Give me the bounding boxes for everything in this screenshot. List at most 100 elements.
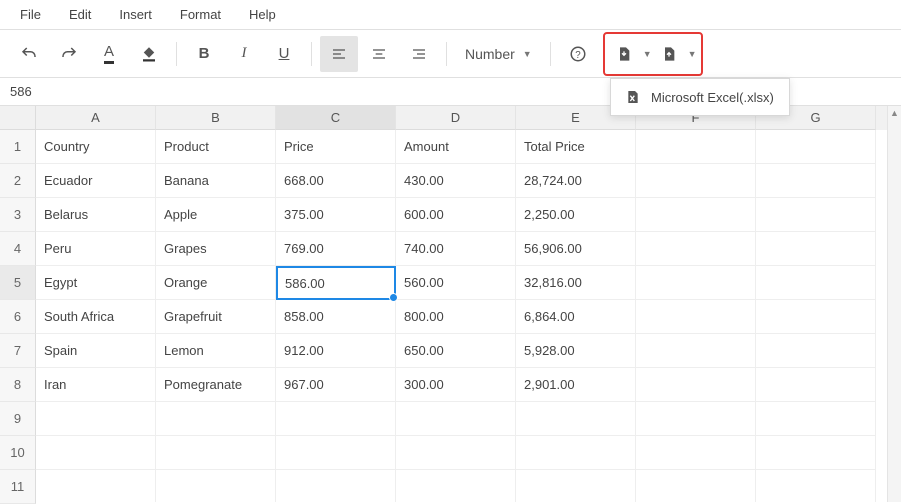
cell[interactable] (636, 402, 756, 436)
cell[interactable]: 430.00 (396, 164, 516, 198)
column-header[interactable]: C (276, 106, 396, 130)
cell[interactable]: Iran (36, 368, 156, 402)
cell[interactable]: Pomegranate (156, 368, 276, 402)
cell[interactable] (756, 334, 876, 368)
row-header[interactable]: 3 (0, 198, 36, 232)
cell[interactable] (756, 368, 876, 402)
row-header[interactable]: 5 (0, 266, 36, 300)
row-header[interactable]: 8 (0, 368, 36, 402)
row-header[interactable]: 2 (0, 164, 36, 198)
cell[interactable]: 300.00 (396, 368, 516, 402)
cell[interactable]: Spain (36, 334, 156, 368)
cell[interactable] (516, 470, 636, 502)
cell[interactable]: 5,928.00 (516, 334, 636, 368)
cell[interactable] (396, 402, 516, 436)
cell[interactable]: Amount (396, 130, 516, 164)
cell[interactable] (636, 164, 756, 198)
cell[interactable]: Egypt (36, 266, 156, 300)
cell[interactable]: Price (276, 130, 396, 164)
redo-button[interactable] (50, 36, 88, 72)
import-button[interactable] (609, 36, 639, 72)
row-header[interactable]: 1 (0, 130, 36, 164)
cell[interactable] (756, 130, 876, 164)
scroll-up-arrow[interactable]: ▲ (888, 106, 901, 120)
cell[interactable]: Lemon (156, 334, 276, 368)
cell[interactable]: 668.00 (276, 164, 396, 198)
menu-insert[interactable]: Insert (107, 3, 164, 26)
cell[interactable] (36, 470, 156, 502)
cell[interactable]: Orange (156, 266, 276, 300)
menu-edit[interactable]: Edit (57, 3, 103, 26)
cell[interactable]: Country (36, 130, 156, 164)
vertical-scrollbar[interactable]: ▲ (887, 106, 901, 502)
cell[interactable] (516, 436, 636, 470)
cell[interactable]: Product (156, 130, 276, 164)
cell[interactable]: 600.00 (396, 198, 516, 232)
cell[interactable]: South Africa (36, 300, 156, 334)
cell[interactable]: 2,901.00 (516, 368, 636, 402)
text-color-button[interactable]: A (90, 36, 128, 72)
cell[interactable]: Grapefruit (156, 300, 276, 334)
cell[interactable]: 6,864.00 (516, 300, 636, 334)
cell[interactable] (636, 300, 756, 334)
cell[interactable] (756, 232, 876, 266)
menu-file[interactable]: File (8, 3, 53, 26)
cell[interactable] (756, 198, 876, 232)
cell[interactable] (636, 334, 756, 368)
align-center-button[interactable] (360, 36, 398, 72)
cell[interactable] (636, 198, 756, 232)
column-header[interactable]: D (396, 106, 516, 130)
export-xlsx-item[interactable]: Microsoft Excel(.xlsx) (611, 83, 789, 111)
cell[interactable] (156, 402, 276, 436)
align-left-button[interactable] (320, 36, 358, 72)
row-header[interactable]: 7 (0, 334, 36, 368)
cell[interactable]: 967.00 (276, 368, 396, 402)
column-header[interactable]: A (36, 106, 156, 130)
row-header[interactable]: 6 (0, 300, 36, 334)
cell[interactable] (156, 436, 276, 470)
cell[interactable] (756, 164, 876, 198)
italic-button[interactable]: I (225, 36, 263, 72)
cell[interactable]: Peru (36, 232, 156, 266)
cell[interactable] (756, 436, 876, 470)
cell[interactable] (276, 402, 396, 436)
cell[interactable] (516, 402, 636, 436)
cell[interactable]: 912.00 (276, 334, 396, 368)
cell[interactable] (636, 266, 756, 300)
cell[interactable] (36, 436, 156, 470)
cell[interactable]: 32,816.00 (516, 266, 636, 300)
cell[interactable] (756, 402, 876, 436)
fill-color-button[interactable] (130, 36, 168, 72)
align-right-button[interactable] (400, 36, 438, 72)
row-header[interactable]: 4 (0, 232, 36, 266)
underline-button[interactable]: U (265, 36, 303, 72)
cell[interactable]: Belarus (36, 198, 156, 232)
number-format-button[interactable]: Number ▼ (455, 36, 542, 72)
cell[interactable] (636, 470, 756, 502)
cell[interactable]: 586.00 (276, 266, 396, 300)
cell[interactable]: Total Price (516, 130, 636, 164)
cell[interactable] (756, 300, 876, 334)
cell[interactable]: 800.00 (396, 300, 516, 334)
menu-format[interactable]: Format (168, 3, 233, 26)
cell[interactable]: 56,906.00 (516, 232, 636, 266)
cell[interactable] (636, 232, 756, 266)
menu-help[interactable]: Help (237, 3, 288, 26)
cell[interactable] (756, 470, 876, 502)
cell[interactable]: 650.00 (396, 334, 516, 368)
cell[interactable]: 28,724.00 (516, 164, 636, 198)
row-header[interactable]: 9 (0, 402, 36, 436)
cell[interactable]: Grapes (156, 232, 276, 266)
cell[interactable] (276, 470, 396, 502)
chevron-down-icon[interactable]: ▼ (643, 49, 652, 59)
export-button[interactable] (654, 36, 684, 72)
cell[interactable] (276, 436, 396, 470)
cell[interactable]: 769.00 (276, 232, 396, 266)
cell[interactable]: Banana (156, 164, 276, 198)
column-header[interactable]: B (156, 106, 276, 130)
help-button[interactable]: ? (559, 36, 597, 72)
cell[interactable] (756, 266, 876, 300)
cell[interactable] (636, 436, 756, 470)
cell[interactable] (396, 436, 516, 470)
cell[interactable]: Apple (156, 198, 276, 232)
